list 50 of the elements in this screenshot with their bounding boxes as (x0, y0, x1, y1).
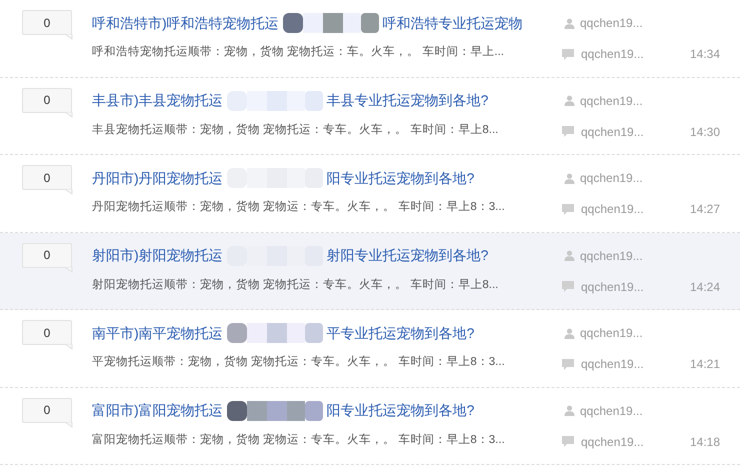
comment-icon (562, 436, 574, 447)
comment-icon (562, 48, 574, 60)
user-icon (564, 18, 575, 28)
thread-title[interactable]: 丹阳市)丹阳宠物托运 (92, 168, 223, 188)
thread-title[interactable]: 平专业托运宠物到各地? (326, 322, 474, 344)
bubble-tail-icon (65, 344, 73, 350)
reply-time: 14:18 (690, 434, 720, 450)
comment-icon (562, 126, 574, 137)
user-icon (564, 172, 575, 184)
thread-title[interactable]: 阳专业托运宠物到各地? (326, 400, 474, 421)
thread-snippet: 平宠物托运顺带：宠物，货物 宠物托运：专车。火车，。 车时间：早上8：3... (92, 354, 506, 370)
bubble-tail-icon (65, 189, 73, 195)
user-icon (564, 95, 575, 106)
reply-time: 14:21 (690, 356, 720, 373)
thread-title[interactable]: 丰县市)丰县宠物托运 (92, 90, 223, 111)
comment-icon (562, 358, 574, 370)
thread-row[interactable]: 0 富阳市)富阳宠物托运 阳专业托运宠物到各地? 富阳宠物托运顺带：宠物，货物 宠物运：专车。火车，。 车时间：早上8：3... qqchen19... qqchen19... 14:18 (0, 388, 740, 465)
thread-row[interactable]: 0 射阳市)射阳宠物托运 射阳专业托运宠物到各地? 射阳宠物托运顺带：宠物，货物 宠物托运：专车。火车，。 车时间：早上8... qqchen19... qqchen19... 14:24 (0, 232, 740, 310)
reply-count: 0 (22, 88, 72, 112)
thread-snippet: 富阳宠物托运顺带：宠物，货物 宠物运：专车。火车，。 车时间：早上8：3... (92, 432, 506, 448)
bubble-tail-icon (65, 112, 73, 118)
thread-snippet: 射阳宠物托运顺带：宠物，货物 宠物托运：专车。火车，。 车时间：早上8... (92, 277, 500, 292)
bubble-tail-icon (65, 34, 73, 40)
thread-title[interactable]: 呼和浩特市)呼和浩特宠物托运 (92, 12, 279, 34)
reply-count: 0 (22, 398, 72, 422)
bubble-tail-icon (65, 422, 73, 428)
thread-title[interactable]: 丰县专业托运宠物到各地? (326, 90, 488, 111)
comment-icon (562, 281, 574, 292)
reply-count: 0 (22, 10, 72, 35)
reply-time: 14:27 (690, 201, 720, 218)
thread-title[interactable]: 射阳市)射阳宠物托运 (92, 245, 223, 266)
thread-title[interactable]: 阳专业托运宠物到各地? (326, 168, 474, 188)
reply-count: 0 (22, 320, 72, 345)
thread-snippet: 呼和浩特宠物托运顺带：宠物，货物 宠物托运：车。火车，。 车时间：早上... (92, 44, 505, 60)
thread-snippet: 丰县宠物托运顺带：宠物，货物 宠物托运：专车。火车，。 车时间：早上8... (92, 122, 500, 138)
reply-count: 0 (22, 242, 72, 268)
thread-title[interactable]: 富阳市)富阳宠物托运 (92, 400, 223, 421)
thread-title[interactable]: 南平市)南平宠物托运 (92, 322, 223, 344)
thread-snippet: 丹阳宠物托运顺带：宠物，货物 宠物运：专车。火车，。 车时间：早上8：3... (92, 199, 506, 215)
thread-title[interactable]: 射阳专业托运宠物到各地? (326, 245, 488, 266)
reply-count: 0 (22, 165, 72, 190)
user-icon (564, 405, 575, 416)
thread-row[interactable]: 0 丰县市)丰县宠物托运 丰县专业托运宠物到各地? 丰县宠物托运顺带：宠物，货物 宠物托运：专车。火车，。 车时间：早上8... qqchen19... qqchen19... 14:30 (0, 78, 740, 155)
comment-icon (562, 204, 574, 214)
reply-time: 14:34 (690, 46, 720, 63)
user-icon (564, 250, 575, 261)
thread-title[interactable]: 呼和浩特专业托运宠物 (382, 12, 523, 34)
user-icon (564, 328, 575, 338)
reply-time: 14:30 (690, 124, 720, 140)
reply-time: 14:24 (690, 278, 720, 296)
